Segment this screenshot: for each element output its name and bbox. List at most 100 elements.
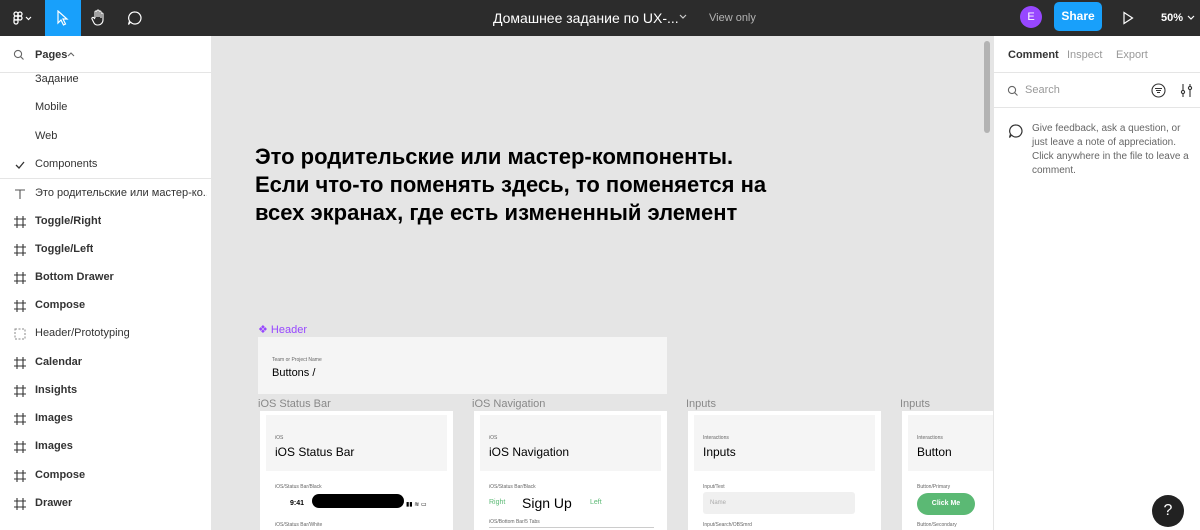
frame-sublabel: iOS/Status Bar/White bbox=[275, 522, 323, 528]
page-item-label: Mobile bbox=[35, 101, 68, 113]
move-tool-button[interactable] bbox=[45, 0, 81, 36]
tab-comment[interactable]: Comment bbox=[1008, 49, 1059, 61]
frame-icon bbox=[14, 441, 26, 453]
view-only-label: View only bbox=[709, 12, 756, 24]
status-time: 9:41 bbox=[290, 500, 305, 507]
header-title: Buttons / bbox=[272, 367, 316, 379]
filter-icon[interactable] bbox=[1151, 83, 1166, 98]
frame-sublabel: Button/Secondary bbox=[917, 522, 957, 528]
frame-label[interactable]: Inputs bbox=[686, 398, 716, 410]
document-title[interactable]: Домашнее задание по UX-... bbox=[493, 0, 679, 36]
layer-item-label: Header/Prototyping bbox=[35, 327, 130, 339]
canvas-heading[interactable]: Это родительские или мастер-компоненты. … bbox=[255, 143, 775, 227]
tab-inspect[interactable]: Inspect bbox=[1067, 49, 1102, 61]
layer-item[interactable]: Toggle/Right bbox=[0, 208, 211, 236]
search-icon[interactable] bbox=[13, 49, 25, 61]
nav-left-label: Right bbox=[489, 499, 506, 506]
share-button[interactable]: Share bbox=[1054, 2, 1102, 31]
frame-ios-status-bar[interactable]: iOS iOS Status Bar iOS/Status Bar/Black … bbox=[260, 411, 453, 530]
layer-item-label: Calendar bbox=[35, 356, 83, 368]
frame-label[interactable]: iOS Status Bar bbox=[258, 398, 331, 410]
frame-header: iOS iOS Status Bar bbox=[266, 415, 447, 471]
page-item-task[interactable]: Задание bbox=[0, 66, 211, 94]
frame-icon bbox=[14, 470, 26, 482]
layer-item-label: Images bbox=[35, 440, 73, 452]
frame-category: Interactions bbox=[917, 435, 943, 441]
cursor-arrow-icon bbox=[57, 10, 69, 26]
settings-sliders-icon[interactable] bbox=[1180, 83, 1193, 98]
comment-tool-button[interactable] bbox=[117, 0, 153, 36]
frame-sublabel: Input/Text bbox=[703, 484, 725, 490]
comment-search[interactable]: Search bbox=[994, 73, 1200, 108]
layer-item[interactable]: Compose bbox=[0, 292, 211, 320]
header-component-label[interactable]: ❖ Header bbox=[258, 323, 307, 336]
hand-icon bbox=[91, 9, 104, 26]
hand-tool-button[interactable] bbox=[81, 0, 117, 36]
layer-item-label: Это родительские или мастер-ко... bbox=[35, 187, 207, 199]
page-item-components[interactable]: Components bbox=[0, 151, 211, 179]
frame-sublabel: Button/Primary bbox=[917, 484, 951, 490]
main-menu-button[interactable] bbox=[0, 0, 44, 36]
layer-item-label: Images bbox=[35, 412, 73, 424]
frame-icon bbox=[14, 300, 26, 312]
frame-icon bbox=[14, 498, 26, 510]
layer-item-label: Compose bbox=[35, 299, 86, 311]
layer-item-label: Toggle/Right bbox=[35, 215, 102, 227]
header-frame[interactable]: Team or Project Name Buttons / bbox=[258, 337, 667, 394]
frame-label[interactable]: iOS Navigation bbox=[472, 398, 545, 410]
signal-icon: ▮▮ ≋ ▭ bbox=[406, 502, 427, 508]
layer-item[interactable]: Images bbox=[0, 433, 211, 461]
avatar[interactable]: E bbox=[1020, 6, 1042, 28]
component-icon: ❖ bbox=[258, 324, 271, 336]
checkmark-icon bbox=[15, 161, 25, 169]
search-icon bbox=[1007, 85, 1018, 96]
layer-item[interactable]: Drawer bbox=[0, 490, 211, 518]
search-placeholder: Search bbox=[1025, 84, 1060, 96]
page-item-mobile[interactable]: Mobile bbox=[0, 94, 211, 122]
frame-label[interactable]: Inputs bbox=[900, 398, 930, 410]
section-icon bbox=[14, 328, 26, 340]
frame-button[interactable]: Interactions Button Button/Primary Click… bbox=[902, 411, 993, 530]
divider bbox=[0, 178, 211, 179]
layer-item-label: Drawer bbox=[35, 497, 73, 509]
play-icon bbox=[1123, 11, 1134, 25]
frame-icon bbox=[14, 216, 26, 228]
layer-item[interactable]: Header/Prototyping bbox=[0, 320, 211, 348]
nav-right-label: Left bbox=[590, 499, 602, 506]
help-button[interactable]: ? bbox=[1152, 495, 1184, 527]
chevron-up-icon[interactable] bbox=[67, 51, 75, 57]
header-component-name: Header bbox=[270, 324, 307, 336]
feedback-text: Give feedback, ask a question, or just l… bbox=[1032, 123, 1189, 176]
chevron-down-icon[interactable] bbox=[1186, 13, 1196, 23]
header-caption: Team or Project Name bbox=[272, 357, 322, 363]
input-placeholder: Name bbox=[710, 500, 727, 506]
frame-category: Interactions bbox=[703, 435, 729, 441]
canvas[interactable]: Это родительские или мастер-компоненты. … bbox=[213, 36, 993, 530]
layer-item[interactable]: Images bbox=[0, 405, 211, 433]
frame-inputs[interactable]: Interactions Inputs Input/Text Name Inpu… bbox=[688, 411, 881, 530]
layer-item[interactable]: Calendar bbox=[0, 349, 211, 377]
page-item-label: Web bbox=[35, 130, 58, 142]
figma-logo-icon bbox=[13, 11, 32, 25]
chevron-down-icon[interactable] bbox=[678, 11, 688, 23]
frame-sublabel: iOS/Bottom Bar/5 Tabs bbox=[489, 519, 540, 525]
page-item-web[interactable]: Web bbox=[0, 123, 211, 151]
frame-icon bbox=[14, 244, 26, 256]
present-button[interactable] bbox=[1114, 0, 1142, 36]
layer-item[interactable]: Compose bbox=[0, 462, 211, 490]
layer-item[interactable]: Insights bbox=[0, 377, 211, 405]
zoom-level[interactable]: 50% bbox=[1161, 0, 1183, 36]
frame-category: iOS bbox=[275, 435, 284, 441]
layer-item[interactable]: Toggle/Left bbox=[0, 236, 211, 264]
tab-export[interactable]: Export bbox=[1116, 49, 1148, 61]
scrollbar[interactable] bbox=[984, 41, 990, 133]
layer-item[interactable]: Bottom Drawer bbox=[0, 264, 211, 292]
frame-ios-navigation[interactable]: iOS iOS Navigation iOS/Status Bar/Black … bbox=[474, 411, 667, 530]
frame-title: iOS Navigation bbox=[489, 445, 570, 459]
divider bbox=[489, 527, 654, 528]
frame-title: Button bbox=[917, 445, 952, 459]
pages-label: Pages bbox=[35, 49, 68, 61]
layer-item[interactable]: Это родительские или мастер-ко... bbox=[0, 180, 211, 208]
frame-header: iOS iOS Navigation bbox=[480, 415, 661, 471]
text-icon bbox=[15, 189, 25, 199]
